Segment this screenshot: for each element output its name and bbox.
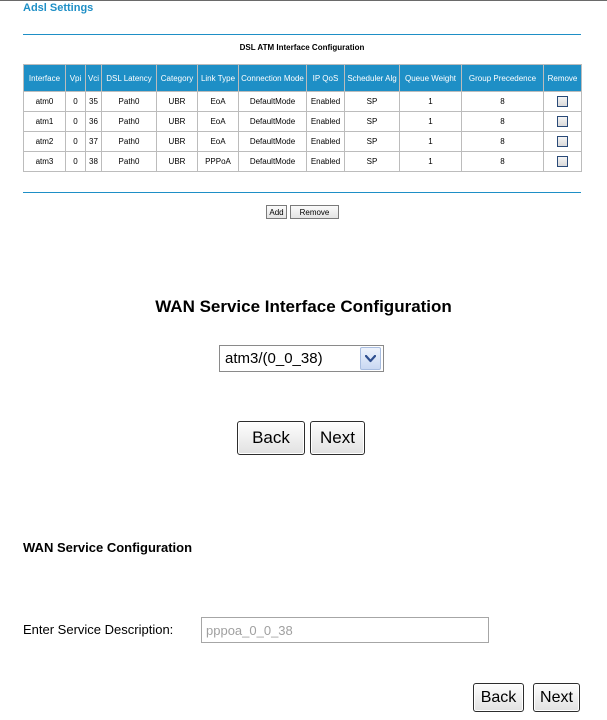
cell-remove [543, 151, 582, 172]
cell-latency: Path0 [101, 91, 157, 112]
cell-interface: atm3 [23, 151, 66, 172]
cell-group-precedence: 8 [461, 111, 544, 132]
cell-connection-mode: DefaultMode [238, 91, 307, 112]
cell-connection-mode: DefaultMode [238, 111, 307, 132]
cell-interface: atm0 [23, 91, 66, 112]
cell-scheduler: SP [344, 91, 400, 112]
cell-remove [543, 111, 582, 132]
cell-ip-qos: Enabled [306, 91, 345, 112]
remove-checkbox[interactable] [557, 136, 568, 147]
table-row: atm2 0 37 Path0 UBR EoA DefaultMode Enab… [23, 131, 582, 152]
service-description-label: Enter Service Description: [23, 622, 174, 637]
cell-group-precedence: 8 [461, 131, 544, 152]
table-row: atm3 0 38 Path0 UBR PPPoA DefaultMode En… [23, 151, 582, 172]
interface-select-value: atm3/(0_0_38) [225, 350, 323, 367]
adsl-settings-title: Adsl Settings [23, 2, 94, 14]
cell-interface: atm2 [23, 131, 66, 152]
column-header: Vpi [65, 64, 86, 92]
cell-latency: Path0 [101, 131, 157, 152]
column-header: Link Type [197, 64, 239, 92]
cell-vpi: 0 [65, 91, 86, 112]
cell-category: UBR [156, 111, 198, 132]
cell-connection-mode: DefaultMode [238, 151, 307, 172]
cell-vpi: 0 [65, 151, 86, 172]
cell-scheduler: SP [344, 111, 400, 132]
column-header: Connection Mode [238, 64, 307, 92]
service-back-button[interactable]: Back [473, 683, 524, 712]
cell-connection-mode: DefaultMode [238, 131, 307, 152]
cell-vci: 35 [85, 91, 102, 112]
cell-link-type: PPPoA [197, 151, 239, 172]
cell-queue-weight: 1 [399, 111, 462, 132]
atm-table-title: DSL ATM Interface Configuration [239, 43, 365, 52]
cell-ip-qos: Enabled [306, 131, 345, 152]
remove-checkbox[interactable] [557, 116, 568, 127]
atm-interface-table: Interface Vpi Vci DSL Latency Category L… [23, 64, 582, 172]
cell-link-type: EoA [197, 111, 239, 132]
cell-group-precedence: 8 [461, 91, 544, 112]
column-header: Category [156, 64, 198, 92]
cell-queue-weight: 1 [399, 151, 462, 172]
cell-link-type: EoA [197, 131, 239, 152]
cell-vci: 37 [85, 131, 102, 152]
cell-ip-qos: Enabled [306, 151, 345, 172]
cell-group-precedence: 8 [461, 151, 544, 172]
cell-category: UBR [156, 151, 198, 172]
column-header: Queue Weight [399, 64, 462, 92]
table-row: atm1 0 36 Path0 UBR EoA DefaultMode Enab… [23, 111, 582, 132]
service-description-input[interactable]: pppoa_0_0_38 [201, 617, 489, 643]
column-header: DSL Latency [101, 64, 157, 92]
column-header: Vci [85, 64, 102, 92]
cell-latency: Path0 [101, 111, 157, 132]
add-button[interactable]: Add [266, 205, 287, 219]
column-header: IP QoS [306, 64, 345, 92]
remove-checkbox[interactable] [557, 96, 568, 107]
table-header-row: Interface Vpi Vci DSL Latency Category L… [23, 64, 582, 92]
cell-vci: 36 [85, 111, 102, 132]
cell-category: UBR [156, 91, 198, 112]
cell-ip-qos: Enabled [306, 111, 345, 132]
cell-scheduler: SP [344, 131, 400, 152]
interface-next-button[interactable]: Next [310, 421, 365, 455]
cell-queue-weight: 1 [399, 131, 462, 152]
column-header: Interface [23, 64, 66, 92]
cell-link-type: EoA [197, 91, 239, 112]
cell-scheduler: SP [344, 151, 400, 172]
cell-queue-weight: 1 [399, 91, 462, 112]
cell-remove [543, 91, 582, 112]
table-row: atm0 0 35 Path0 UBR EoA DefaultMode Enab… [23, 91, 582, 112]
cell-remove [543, 131, 582, 152]
cell-vpi: 0 [65, 131, 86, 152]
remove-button[interactable]: Remove [290, 205, 339, 219]
cell-vpi: 0 [65, 111, 86, 132]
column-header: Scheduler Alg [344, 64, 400, 92]
cell-latency: Path0 [101, 151, 157, 172]
wan-interface-title: WAN Service Interface Configuration [155, 297, 452, 316]
service-next-button[interactable]: Next [533, 683, 580, 712]
interface-back-button[interactable]: Back [237, 421, 305, 455]
cell-category: UBR [156, 131, 198, 152]
section-divider-top [23, 34, 581, 35]
cell-vci: 38 [85, 151, 102, 172]
wan-service-title: WAN Service Configuration [23, 540, 193, 555]
top-border [0, 0, 607, 1]
interface-select[interactable]: atm3/(0_0_38) [219, 345, 384, 372]
section-divider-bottom [23, 192, 581, 193]
chevron-down-icon[interactable] [360, 347, 381, 370]
cell-interface: atm1 [23, 111, 66, 132]
remove-checkbox[interactable] [557, 156, 568, 167]
column-header: Remove [543, 64, 582, 92]
column-header: Group Precedence [461, 64, 544, 92]
